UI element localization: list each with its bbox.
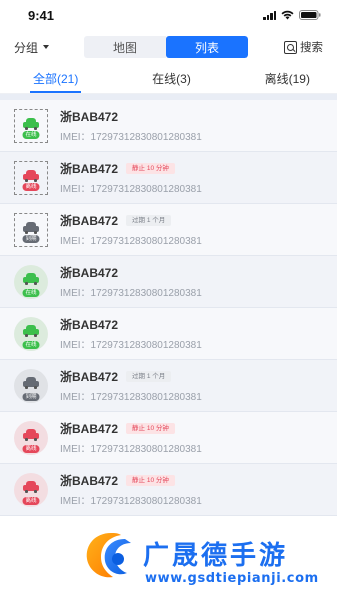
vehicle-expired-icon: 到期 bbox=[14, 212, 48, 247]
vehicle-plate: 浙BAB472 bbox=[60, 318, 119, 332]
vehicle-plate: 浙BAB472 bbox=[60, 162, 119, 176]
status-bar: 9:41 bbox=[0, 0, 337, 30]
vehicle-online-icon: 在线 bbox=[14, 316, 48, 351]
vehicle-state-label: 到期 bbox=[22, 392, 40, 401]
map-view-button[interactable]: 地图 bbox=[84, 36, 166, 58]
status-badge: 静止 10 分钟 bbox=[126, 475, 175, 486]
vehicle-offline-icon: 离线 bbox=[14, 420, 48, 455]
vehicle-imei: IMEI：17297312830801280381 bbox=[60, 392, 202, 403]
tab-all[interactable]: 全部(21) bbox=[20, 64, 91, 93]
watermark-url: www.gsdtiepianji.com bbox=[145, 571, 319, 586]
vehicle-plate: 浙BAB472 bbox=[60, 214, 119, 228]
vehicle-plate: 浙BAB472 bbox=[60, 266, 119, 280]
wifi-icon bbox=[281, 10, 294, 20]
vehicle-plate: 浙BAB472 bbox=[60, 422, 119, 436]
vehicle-state-label: 离线 bbox=[22, 496, 40, 505]
vehicle-state-label: 离线 bbox=[22, 444, 40, 453]
vehicle-plate: 浙BAB472 bbox=[60, 110, 119, 124]
status-time: 9:41 bbox=[28, 7, 55, 23]
vehicle-list: 在线 浙BAB472 IMEI：17297312830801280381 离线 … bbox=[0, 94, 337, 516]
status-badge: 静止 10 分钟 bbox=[126, 423, 175, 434]
status-icons bbox=[263, 10, 321, 20]
vehicle-row[interactable]: 到期 浙BAB472 过期 1 个月 IMEI：1729731283080128… bbox=[0, 204, 337, 256]
vehicle-imei: IMEI：17297312830801280381 bbox=[60, 132, 202, 143]
vehicle-imei: IMEI：17297312830801280381 bbox=[60, 184, 202, 195]
vehicle-row[interactable]: 离线 浙BAB472 静止 10 分钟 IMEI：172973128308012… bbox=[0, 412, 337, 464]
search-icon bbox=[284, 40, 297, 54]
watermark: 广晟德手游 www.gsdtiepianji.com bbox=[73, 517, 337, 600]
status-badge: 静止 10 分钟 bbox=[126, 163, 175, 174]
vehicle-state-label: 在线 bbox=[22, 130, 40, 139]
vehicle-offline-icon: 离线 bbox=[14, 160, 48, 195]
vehicle-state-label: 到期 bbox=[22, 234, 40, 243]
vehicle-row[interactable]: 离线 浙BAB472 静止 10 分钟 IMEI：172973128308012… bbox=[0, 464, 337, 516]
vehicle-imei: IMEI：17297312830801280381 bbox=[60, 340, 202, 351]
group-dropdown[interactable]: 分组 bbox=[14, 39, 84, 56]
toolbar: 分组 地图 列表 搜索 bbox=[0, 30, 337, 64]
battery-icon bbox=[299, 10, 321, 20]
vehicle-row[interactable]: 到期 浙BAB472 过期 1 个月 IMEI：1729731283080128… bbox=[0, 360, 337, 412]
vehicle-plate: 浙BAB472 bbox=[60, 474, 119, 488]
vehicle-online-icon: 在线 bbox=[14, 264, 48, 299]
status-badge: 过期 1 个月 bbox=[126, 215, 172, 226]
vehicle-row[interactable]: 离线 浙BAB472 静止 10 分钟 IMEI：172973128308012… bbox=[0, 152, 337, 204]
chevron-down-icon bbox=[43, 45, 50, 49]
vehicle-row[interactable]: 在线 浙BAB472 IMEI：17297312830801280381 bbox=[0, 308, 337, 360]
search-label: 搜索 bbox=[300, 42, 323, 54]
vehicle-plate: 浙BAB472 bbox=[60, 370, 119, 384]
view-toggle: 地图 列表 bbox=[84, 36, 248, 58]
vehicle-row[interactable]: 在线 浙BAB472 IMEI：17297312830801280381 bbox=[0, 256, 337, 308]
status-tabs: 全部(21) 在线(3) 离线(19) bbox=[0, 64, 337, 94]
vehicle-state-label: 在线 bbox=[22, 340, 40, 349]
list-view-button[interactable]: 列表 bbox=[166, 36, 248, 58]
tab-online[interactable]: 在线(3) bbox=[139, 64, 204, 93]
search-button[interactable]: 搜索 bbox=[284, 39, 323, 55]
watermark-title: 广晟德手游 bbox=[143, 541, 289, 571]
vehicle-expired-icon: 到期 bbox=[14, 368, 48, 403]
cellular-signal-icon bbox=[263, 10, 276, 20]
vehicle-row[interactable]: 在线 浙BAB472 IMEI：17297312830801280381 bbox=[0, 100, 337, 152]
vehicle-imei: IMEI：17297312830801280381 bbox=[60, 236, 202, 247]
vehicle-offline-icon: 离线 bbox=[14, 472, 48, 507]
vehicle-imei: IMEI：17297312830801280381 bbox=[60, 496, 202, 507]
tab-offline[interactable]: 离线(19) bbox=[252, 64, 323, 93]
vehicle-imei: IMEI：17297312830801280381 bbox=[60, 444, 202, 455]
group-label: 分组 bbox=[14, 40, 39, 55]
vehicle-state-label: 离线 bbox=[22, 182, 40, 191]
vehicle-state-label: 在线 bbox=[22, 288, 40, 297]
status-badge: 过期 1 个月 bbox=[126, 371, 172, 382]
watermark-logo-icon bbox=[86, 533, 131, 578]
vehicle-imei: IMEI：17297312830801280381 bbox=[60, 288, 202, 299]
vehicle-online-icon: 在线 bbox=[14, 108, 48, 143]
